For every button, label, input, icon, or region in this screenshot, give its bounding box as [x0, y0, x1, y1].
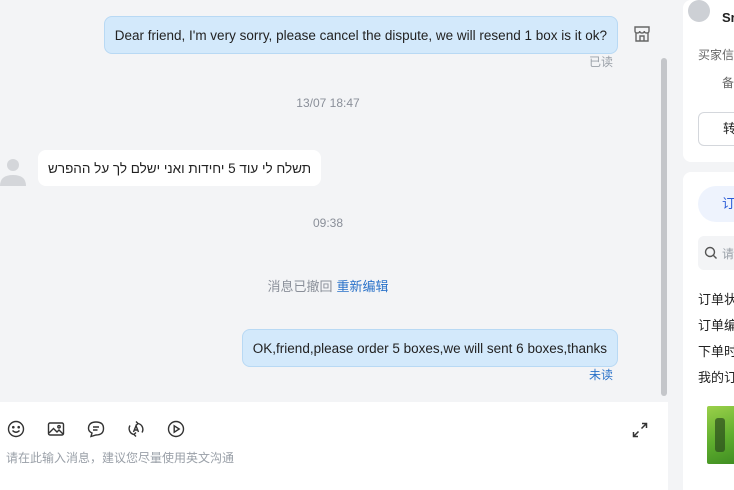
product-image-detail	[715, 418, 725, 452]
customer-avatar	[0, 156, 26, 188]
chat-window: Dear friend, I'm very sorry, please canc…	[0, 0, 734, 490]
my-order-label: 我的订	[698, 370, 734, 385]
search-icon	[704, 246, 717, 259]
order-number-label: 订单编	[698, 318, 734, 333]
panel-gap	[668, 0, 684, 490]
outgoing-message[interactable]: OK,friend,please order 5 boxes,we will s…	[241, 329, 618, 367]
message-text: תשלח לי עוד 5 יחידות ואני ישלם לך על ההפ…	[48, 160, 312, 176]
unread-status: 未读	[588, 368, 613, 382]
read-status: 已读	[588, 55, 613, 69]
scrollbar-thumb[interactable]	[661, 58, 667, 396]
search-placeholder: 请	[722, 246, 734, 261]
order-status-label: 订单状	[698, 292, 734, 307]
incoming-message[interactable]: תשלח לי עוד 5 יחידות ואני ישלם לך על ההפ…	[38, 150, 322, 186]
quick-reply-icon[interactable]	[86, 419, 106, 439]
message-text: OK,friend,please order 5 boxes,we will s…	[252, 340, 607, 356]
emoji-icon[interactable]	[6, 419, 26, 439]
image-icon[interactable]	[46, 419, 66, 439]
re-edit-link[interactable]: 重新编辑	[337, 279, 389, 294]
shop-icon[interactable]	[628, 20, 656, 48]
product-thumbnail[interactable]	[707, 406, 734, 464]
expand-icon[interactable]	[630, 420, 650, 440]
recall-text: 消息已撤回	[267, 279, 333, 294]
translate-icon[interactable]	[126, 419, 146, 439]
transfer-button[interactable]: 转	[698, 112, 734, 146]
order-search[interactable]: 请	[698, 236, 734, 270]
outgoing-message[interactable]: Dear friend, I'm very sorry, please canc…	[103, 16, 618, 54]
timestamp: 09:38	[312, 216, 344, 230]
composer	[0, 402, 668, 490]
buyer-info-label: 买家信	[698, 48, 734, 62]
recall-notice: 消息已撤回 重新编辑	[0, 276, 656, 295]
note-label: 备	[722, 76, 734, 90]
timestamp: 13/07 18:47	[296, 96, 360, 110]
buyer-avatar	[688, 0, 710, 22]
buyer-name: Sr	[722, 10, 734, 25]
message-list: Dear friend, I'm very sorry, please canc…	[0, 0, 668, 402]
order-time-label: 下单时	[698, 344, 734, 359]
message-input[interactable]	[6, 448, 606, 468]
video-icon[interactable]	[166, 419, 186, 439]
composer-toolbar	[6, 419, 186, 439]
message-text: Dear friend, I'm very sorry, please canc…	[114, 27, 607, 43]
tab-orders[interactable]: 订	[698, 186, 734, 222]
